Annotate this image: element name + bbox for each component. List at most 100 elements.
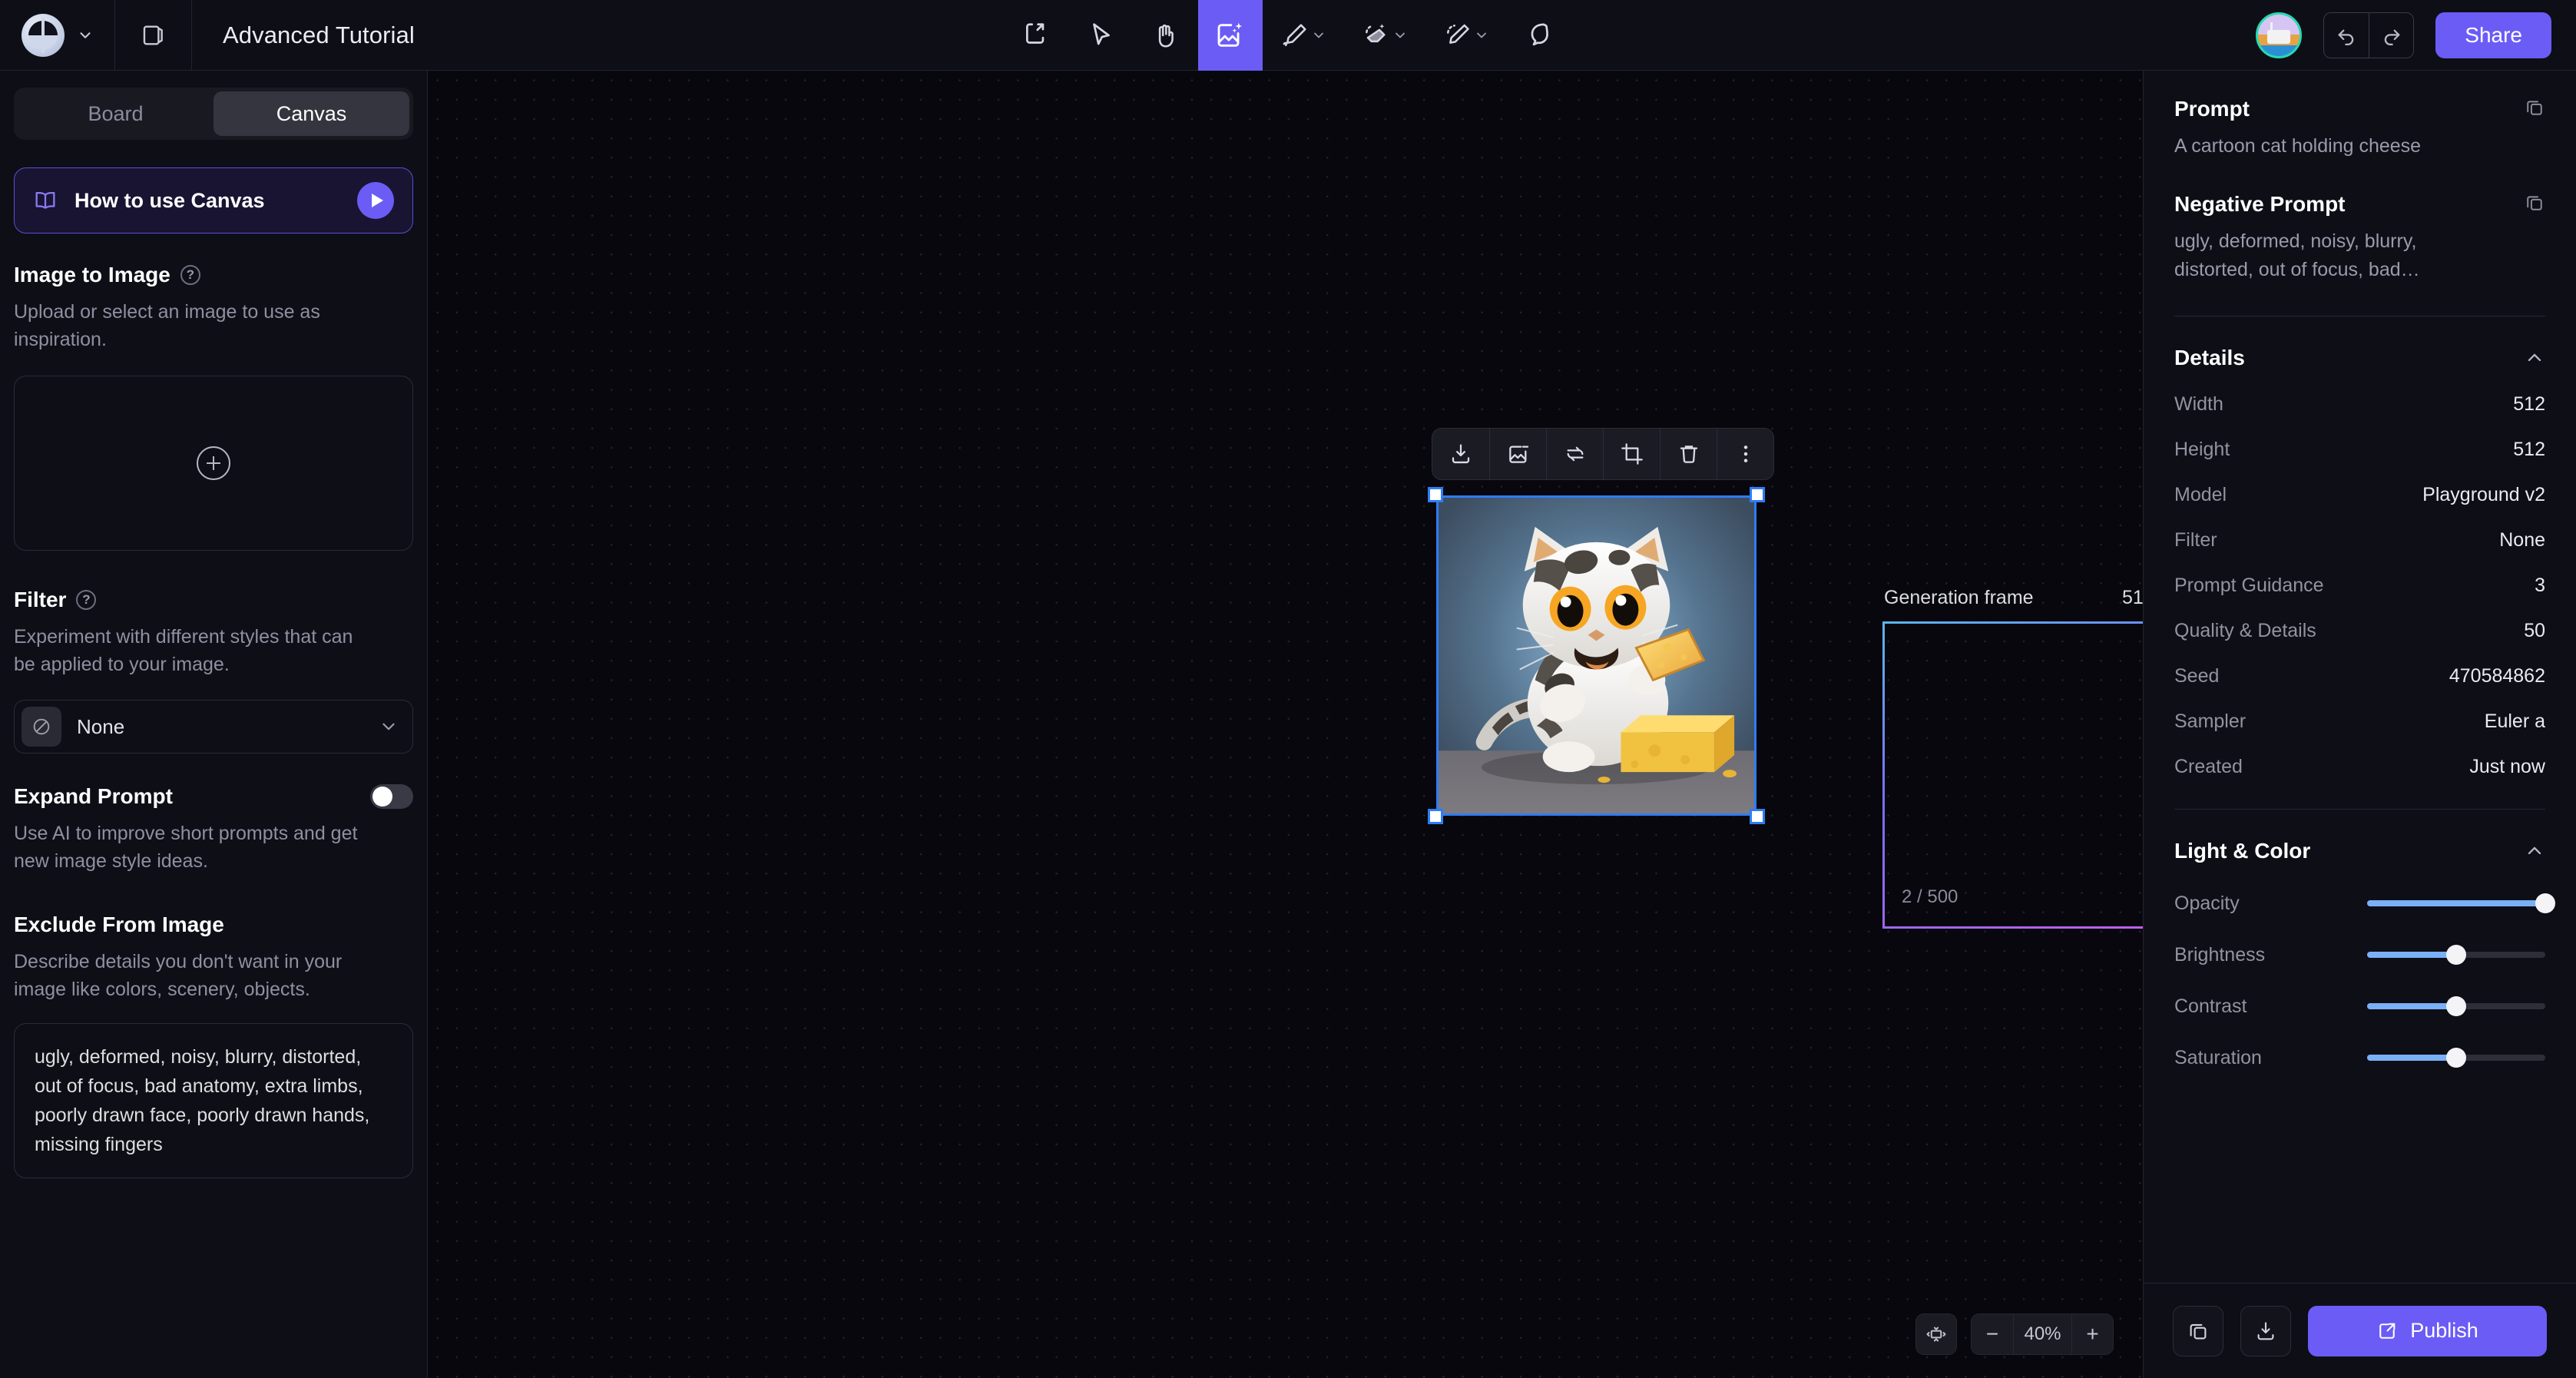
tool-comment[interactable]	[1507, 0, 1571, 71]
tool-generate-image[interactable]	[1198, 0, 1263, 71]
undo-button[interactable]	[2324, 13, 2369, 58]
resize-handle-top-left[interactable]	[1428, 487, 1443, 502]
playground-logo[interactable]	[0, 0, 115, 70]
toggle-sidebar-button[interactable]	[115, 0, 192, 70]
app-root: Advanced Tutorial Share Board Canvas How…	[0, 0, 2576, 1378]
zoom-controls: − 40% +	[1915, 1313, 2114, 1355]
canvas-area[interactable]: Generation frame 512×512 2 / 500 − 40%	[428, 71, 2143, 1378]
zoom-out-button[interactable]: −	[1972, 1314, 2013, 1354]
brightness-slider[interactable]	[2367, 945, 2545, 966]
tool-paint[interactable]	[1425, 0, 1507, 71]
slider-knob[interactable]	[2446, 945, 2466, 966]
view-tabs: Board Canvas	[14, 88, 413, 140]
contrast-slider[interactable]	[2367, 996, 2545, 1017]
tab-canvas[interactable]: Canvas	[214, 91, 409, 136]
left-sidebar: Board Canvas How to use Canvas Image to …	[0, 71, 428, 1378]
resize-handle-bottom-left[interactable]	[1428, 809, 1443, 824]
detail-key: Model	[2174, 483, 2227, 505]
expand-prompt-toggle[interactable]	[370, 784, 413, 809]
redo-button[interactable]	[2369, 13, 2413, 58]
selected-image-wrapper[interactable]	[1428, 487, 1765, 824]
detail-value: 50	[2524, 619, 2545, 641]
help-icon[interactable]: ?	[76, 589, 97, 610]
chevron-down-icon[interactable]	[1474, 28, 1489, 43]
copy-icon[interactable]	[2524, 192, 2545, 214]
regenerate-button[interactable]	[1546, 429, 1603, 479]
image-to-image-title: Image to Image ?	[14, 263, 413, 287]
play-icon[interactable]	[357, 182, 394, 219]
slider-fill	[2367, 952, 2456, 959]
tool-draw[interactable]	[1263, 0, 1344, 71]
image-upload-dropzone[interactable]	[14, 375, 413, 551]
slider-row-opacity: Opacity	[2174, 893, 2555, 915]
chevron-down-icon[interactable]	[379, 717, 399, 737]
negative-prompt-header: Negative Prompt	[2174, 192, 2545, 217]
detail-value: 3	[2535, 574, 2545, 596]
chevron-up-icon[interactable]	[2524, 840, 2545, 862]
image-variations-button[interactable]	[1489, 429, 1546, 479]
download-button[interactable]	[2240, 1305, 2291, 1356]
detail-value: Just now	[2469, 755, 2545, 777]
filter-select[interactable]: None	[14, 700, 413, 754]
prompt-title: Prompt	[2174, 97, 2250, 121]
download-image-button[interactable]	[1432, 429, 1489, 479]
eraser-icon	[1366, 24, 1386, 43]
detail-row-width: Width 512	[2174, 393, 2545, 416]
image-generate-icon	[1217, 22, 1243, 47]
tool-import[interactable]	[1005, 0, 1069, 71]
negative-prompt-value[interactable]: ugly, deformed, noisy, blurry, distorted…	[2174, 227, 2497, 283]
hand-icon	[1158, 24, 1174, 48]
resize-handle-bottom-right[interactable]	[1750, 809, 1765, 824]
tool-erase[interactable]	[1344, 0, 1425, 71]
delete-button[interactable]	[1660, 429, 1717, 479]
saturation-slider[interactable]	[2367, 1048, 2545, 1068]
negative-prompt-title: Negative Prompt	[2174, 192, 2346, 217]
copy-icon[interactable]	[2524, 97, 2545, 118]
import-icon	[1025, 23, 1045, 44]
plus-circle-icon	[197, 446, 230, 480]
detail-key: Prompt Guidance	[2174, 574, 2324, 596]
slider-knob[interactable]	[2446, 1048, 2466, 1068]
slider-label: Contrast	[2174, 995, 2247, 1017]
copy-settings-button[interactable]	[2173, 1305, 2223, 1356]
chevron-down-icon[interactable]	[1311, 28, 1326, 43]
tab-board[interactable]: Board	[18, 91, 214, 136]
chevron-down-icon[interactable]	[77, 27, 94, 44]
prompt-value[interactable]: A cartoon cat holding cheese	[2174, 132, 2545, 160]
image-to-image-section: Image to Image ? Upload or select an ima…	[0, 263, 427, 551]
paint-icon	[1447, 24, 1469, 44]
generation-frame-size: 512×512	[2121, 587, 2143, 608]
zoom-in-button[interactable]: +	[2071, 1314, 2113, 1354]
opacity-slider[interactable]	[2367, 893, 2555, 914]
document-title[interactable]: Advanced Tutorial	[192, 22, 445, 49]
comment-icon	[1531, 23, 1548, 46]
resize-handle-top-right[interactable]	[1750, 487, 1765, 502]
tool-pan[interactable]	[1134, 0, 1198, 71]
slider-knob[interactable]	[2446, 996, 2466, 1017]
chevron-down-icon[interactable]	[1392, 28, 1408, 43]
detail-value: 512	[2513, 438, 2545, 460]
more-options-button[interactable]	[1717, 429, 1773, 479]
slider-fill	[2367, 1055, 2456, 1062]
image-variation-icon	[1508, 446, 1528, 463]
help-icon[interactable]: ?	[180, 265, 200, 285]
generation-frame-counter: 2 / 500	[1902, 886, 1958, 907]
slider-knob[interactable]	[2535, 893, 2555, 914]
how-to-use-canvas-banner[interactable]: How to use Canvas	[14, 167, 413, 234]
exclude-from-image-description: Describe details you don't want in your …	[14, 950, 343, 1000]
tool-select[interactable]	[1069, 0, 1134, 71]
share-button[interactable]: Share	[2435, 12, 2551, 58]
avatar[interactable]	[2256, 12, 2303, 58]
details-section-header[interactable]: Details	[2174, 346, 2545, 370]
zoom-level[interactable]: 40%	[2013, 1314, 2071, 1354]
publish-button[interactable]: Publish	[2308, 1305, 2547, 1356]
detail-key: Height	[2174, 438, 2230, 460]
fit-to-screen-icon	[1926, 1327, 1946, 1342]
crop-button[interactable]	[1603, 429, 1660, 479]
exclude-from-image-input[interactable]: ugly, deformed, noisy, blurry, distorted…	[14, 1023, 413, 1178]
chevron-up-icon[interactable]	[2524, 347, 2545, 369]
generation-frame[interactable]: 2 / 500	[1882, 621, 2143, 929]
generation-frame-wrapper: Generation frame 512×512 2 / 500	[1882, 587, 2143, 929]
fit-to-screen-button[interactable]	[1915, 1313, 1957, 1355]
light-color-section-header[interactable]: Light & Color	[2174, 839, 2545, 863]
